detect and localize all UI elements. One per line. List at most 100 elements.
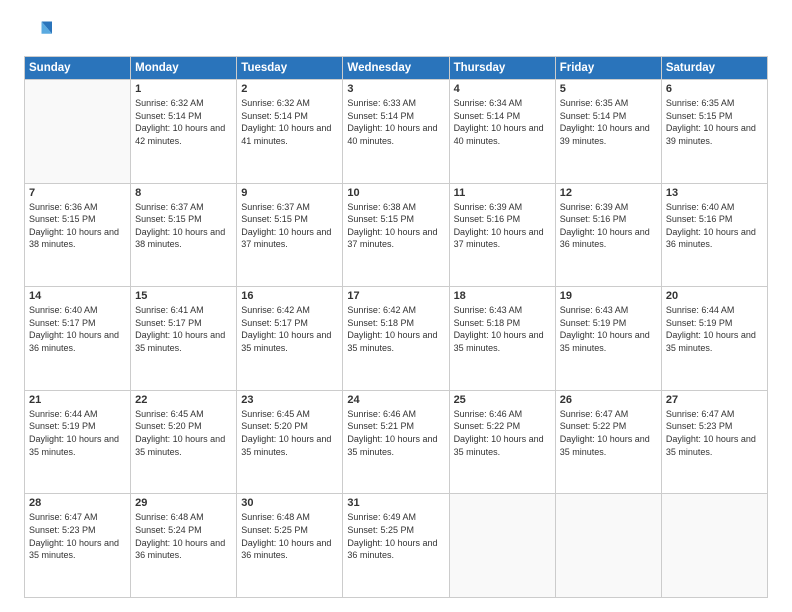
day-info: Sunrise: 6:48 AMSunset: 5:24 PMDaylight:…	[135, 511, 232, 561]
day-number: 31	[347, 497, 444, 509]
day-cell: 12 Sunrise: 6:39 AMSunset: 5:16 PMDayligh…	[555, 183, 661, 287]
day-cell: 1 Sunrise: 6:32 AMSunset: 5:14 PMDaylight…	[131, 80, 237, 184]
logo	[24, 18, 56, 46]
day-info: Sunrise: 6:47 AMSunset: 5:23 PMDaylight:…	[666, 408, 763, 458]
header-wednesday: Wednesday	[343, 57, 449, 80]
day-cell: 11 Sunrise: 6:39 AMSunset: 5:16 PMDayligh…	[449, 183, 555, 287]
day-cell	[449, 494, 555, 598]
header-saturday: Saturday	[661, 57, 767, 80]
day-number: 28	[29, 497, 126, 509]
day-cell: 10Sunrise: 6:38 AMSunset: 5:15 PMDayligh…	[343, 183, 449, 287]
day-info: Sunrise: 6:40 AMSunset: 5:17 PMDaylight:…	[29, 304, 126, 354]
day-cell: 19 Sunrise: 6:43 AMSunset: 5:19 PMDayligh…	[555, 287, 661, 391]
day-cell: 15Sunrise: 6:41 AMSunset: 5:17 PMDayligh…	[131, 287, 237, 391]
day-info: Sunrise: 6:34 AMSunset: 5:14 PMDaylight:…	[454, 97, 551, 147]
day-info: Sunrise: 6:32 AMSunset: 5:14 PMDaylight:…	[135, 97, 232, 147]
day-number: 15	[135, 290, 232, 302]
day-cell: 13 Sunrise: 6:40 AMSunset: 5:16 PMDayligh…	[661, 183, 767, 287]
day-number: 20	[666, 290, 763, 302]
header-friday: Friday	[555, 57, 661, 80]
day-info: Sunrise: 6:39 AMSunset: 5:16 PMDaylight:…	[454, 201, 551, 251]
weekday-header-row: Sunday Monday Tuesday Wednesday Thursday…	[25, 57, 768, 80]
day-number: 23	[241, 394, 338, 406]
day-number: 18	[454, 290, 551, 302]
week-row-4: 21 Sunrise: 6:44 AMSunset: 5:19 PMDayligh…	[25, 390, 768, 494]
day-number: 26	[560, 394, 657, 406]
header-monday: Monday	[131, 57, 237, 80]
day-number: 16	[241, 290, 338, 302]
day-cell: 29 Sunrise: 6:48 AMSunset: 5:24 PMDayligh…	[131, 494, 237, 598]
day-cell: 16Sunrise: 6:42 AMSunset: 5:17 PMDayligh…	[237, 287, 343, 391]
day-cell: 30 Sunrise: 6:48 AMSunset: 5:25 PMDayligh…	[237, 494, 343, 598]
day-number: 4	[454, 83, 551, 95]
day-cell: 17 Sunrise: 6:42 AMSunset: 5:18 PMDayligh…	[343, 287, 449, 391]
day-cell	[661, 494, 767, 598]
day-info: Sunrise: 6:32 AMSunset: 5:14 PMDaylight:…	[241, 97, 338, 147]
day-cell: 26Sunrise: 6:47 AMSunset: 5:22 PMDayligh…	[555, 390, 661, 494]
day-info: Sunrise: 6:35 AMSunset: 5:14 PMDaylight:…	[560, 97, 657, 147]
day-info: Sunrise: 6:44 AMSunset: 5:19 PMDaylight:…	[666, 304, 763, 354]
day-cell: 20 Sunrise: 6:44 AMSunset: 5:19 PMDayligh…	[661, 287, 767, 391]
page: Sunday Monday Tuesday Wednesday Thursday…	[0, 0, 792, 612]
day-info: Sunrise: 6:45 AMSunset: 5:20 PMDaylight:…	[135, 408, 232, 458]
day-info: Sunrise: 6:39 AMSunset: 5:16 PMDaylight:…	[560, 201, 657, 251]
week-row-1: 1 Sunrise: 6:32 AMSunset: 5:14 PMDaylight…	[25, 80, 768, 184]
day-number: 19	[560, 290, 657, 302]
day-number: 21	[29, 394, 126, 406]
day-info: Sunrise: 6:37 AMSunset: 5:15 PMDaylight:…	[241, 201, 338, 251]
day-number: 9	[241, 187, 338, 199]
logo-icon	[24, 18, 52, 46]
day-number: 25	[454, 394, 551, 406]
day-number: 30	[241, 497, 338, 509]
day-cell: 27 Sunrise: 6:47 AMSunset: 5:23 PMDayligh…	[661, 390, 767, 494]
day-info: Sunrise: 6:44 AMSunset: 5:19 PMDaylight:…	[29, 408, 126, 458]
day-number: 29	[135, 497, 232, 509]
day-cell: 24Sunrise: 6:46 AMSunset: 5:21 PMDayligh…	[343, 390, 449, 494]
day-info: Sunrise: 6:46 AMSunset: 5:22 PMDaylight:…	[454, 408, 551, 458]
day-cell: 28Sunrise: 6:47 AMSunset: 5:23 PMDayligh…	[25, 494, 131, 598]
day-number: 7	[29, 187, 126, 199]
day-info: Sunrise: 6:43 AMSunset: 5:18 PMDaylight:…	[454, 304, 551, 354]
day-number: 5	[560, 83, 657, 95]
day-cell	[555, 494, 661, 598]
day-number: 8	[135, 187, 232, 199]
day-cell: 7 Sunrise: 6:36 AMSunset: 5:15 PMDaylight…	[25, 183, 131, 287]
day-cell: 14 Sunrise: 6:40 AMSunset: 5:17 PMDayligh…	[25, 287, 131, 391]
day-info: Sunrise: 6:42 AMSunset: 5:18 PMDaylight:…	[347, 304, 444, 354]
day-number: 6	[666, 83, 763, 95]
day-number: 27	[666, 394, 763, 406]
week-row-3: 14 Sunrise: 6:40 AMSunset: 5:17 PMDayligh…	[25, 287, 768, 391]
day-cell	[25, 80, 131, 184]
day-cell: 3Sunrise: 6:33 AMSunset: 5:14 PMDaylight…	[343, 80, 449, 184]
day-cell: 25 Sunrise: 6:46 AMSunset: 5:22 PMDayligh…	[449, 390, 555, 494]
day-number: 11	[454, 187, 551, 199]
day-info: Sunrise: 6:49 AMSunset: 5:25 PMDaylight:…	[347, 511, 444, 561]
day-number: 24	[347, 394, 444, 406]
day-number: 14	[29, 290, 126, 302]
day-cell: 5 Sunrise: 6:35 AMSunset: 5:14 PMDaylight…	[555, 80, 661, 184]
day-number: 1	[135, 83, 232, 95]
day-info: Sunrise: 6:45 AMSunset: 5:20 PMDaylight:…	[241, 408, 338, 458]
day-info: Sunrise: 6:43 AMSunset: 5:19 PMDaylight:…	[560, 304, 657, 354]
day-cell: 21 Sunrise: 6:44 AMSunset: 5:19 PMDayligh…	[25, 390, 131, 494]
week-row-2: 7 Sunrise: 6:36 AMSunset: 5:15 PMDaylight…	[25, 183, 768, 287]
day-number: 12	[560, 187, 657, 199]
day-cell: 2 Sunrise: 6:32 AMSunset: 5:14 PMDaylight…	[237, 80, 343, 184]
header-thursday: Thursday	[449, 57, 555, 80]
day-info: Sunrise: 6:40 AMSunset: 5:16 PMDaylight:…	[666, 201, 763, 251]
day-number: 17	[347, 290, 444, 302]
day-number: 10	[347, 187, 444, 199]
header-tuesday: Tuesday	[237, 57, 343, 80]
day-info: Sunrise: 6:36 AMSunset: 5:15 PMDaylight:…	[29, 201, 126, 251]
day-cell: 6Sunrise: 6:35 AMSunset: 5:15 PMDaylight…	[661, 80, 767, 184]
day-number: 13	[666, 187, 763, 199]
day-cell: 8Sunrise: 6:37 AMSunset: 5:15 PMDaylight…	[131, 183, 237, 287]
header	[24, 18, 768, 46]
day-number: 2	[241, 83, 338, 95]
day-info: Sunrise: 6:48 AMSunset: 5:25 PMDaylight:…	[241, 511, 338, 561]
day-cell: 22Sunrise: 6:45 AMSunset: 5:20 PMDayligh…	[131, 390, 237, 494]
day-cell: 9 Sunrise: 6:37 AMSunset: 5:15 PMDaylight…	[237, 183, 343, 287]
day-cell: 31 Sunrise: 6:49 AMSunset: 5:25 PMDayligh…	[343, 494, 449, 598]
calendar-table: Sunday Monday Tuesday Wednesday Thursday…	[24, 56, 768, 598]
day-info: Sunrise: 6:33 AMSunset: 5:14 PMDaylight:…	[347, 97, 444, 147]
